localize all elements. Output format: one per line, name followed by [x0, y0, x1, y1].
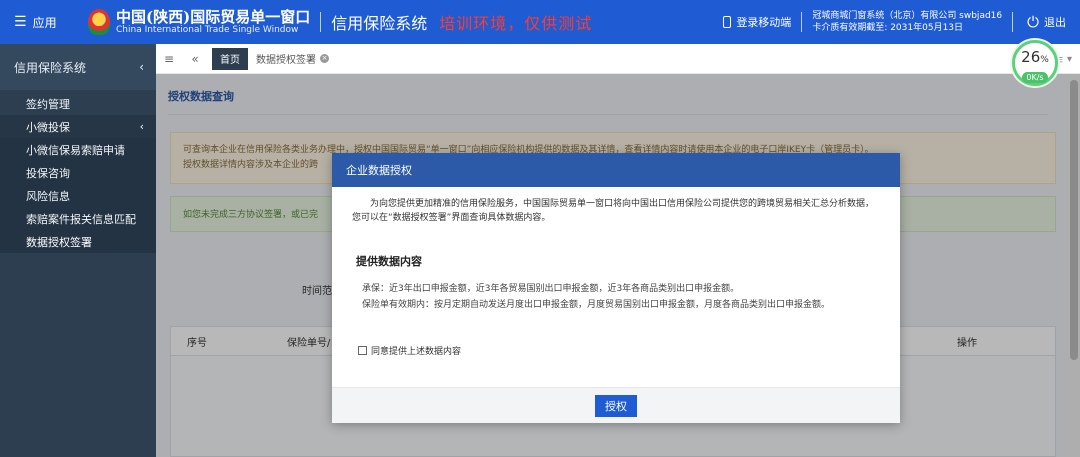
- tab-label: 数据授权签署: [256, 55, 316, 66]
- sidebar-item-claim[interactable]: 小微信保易索赔申请: [0, 138, 156, 161]
- checkbox-icon[interactable]: [358, 346, 367, 355]
- mobile-login-label: 登录移动端: [736, 16, 792, 29]
- sidebar: 信用保险系统 ‹ 签约管理 小微投保 ‹ 小微信保易索赔申请 投保咨询 风险信息…: [0, 44, 156, 457]
- tab-home[interactable]: 首页: [212, 47, 248, 70]
- site-logo[interactable]: 中国(陕西)国际贸易单一窗口 China International Trade…: [88, 9, 310, 36]
- network-speed-gauge[interactable]: 26% 0K/s: [1012, 40, 1058, 86]
- sidebar-item-consult[interactable]: 投保咨询: [0, 161, 156, 184]
- dialog-section-title: 提供数据内容: [356, 255, 422, 268]
- sidebar-title: 信用保险系统: [14, 60, 87, 75]
- card-expiry: 卡介质有效期截至: 2031年05月13日: [812, 23, 964, 33]
- gauge-speed: 0K/s: [1022, 72, 1048, 83]
- agree-label: 同意提供上述数据内容: [371, 347, 462, 357]
- menu-icon: ☰: [14, 14, 27, 30]
- dialog-intro: 为向您提供更加精准的信用保险服务，中国国际贸易单一窗口将向中国出口信用保险公司提…: [352, 199, 875, 223]
- system-name: 信用保险系统: [331, 14, 428, 33]
- tab-data-auth[interactable]: 数据授权签署 ×: [248, 44, 337, 74]
- header-divider: [1012, 12, 1014, 32]
- header-right: 登录移动端 冠城商城门窗系统（北京）有限公司 swbjad16 卡介质有效期截至…: [723, 0, 1080, 44]
- mobile-login-link[interactable]: 登录移动端: [723, 14, 791, 30]
- sidebar-header[interactable]: 信用保险系统 ‹: [0, 44, 156, 90]
- logo-title: 中国(陕西)国际贸易单一窗口: [116, 7, 311, 26]
- chevron-left-icon[interactable]: ‹: [139, 60, 144, 74]
- dialog-data-line: 承保：近3年出口申报金额，近3年各贸易国别出口申报金额，近3年各商品类别出口申报…: [362, 284, 740, 294]
- data-auth-dialog: 企业数据授权 为向您提供更加精准的信用保险服务，中国国际贸易单一窗口将向中国出口…: [332, 153, 900, 423]
- user-info: 冠城商城门窗系统（北京）有限公司 swbjad16 卡介质有效期截至: 2031…: [812, 10, 1002, 34]
- scroll-left-icon[interactable]: «: [182, 52, 208, 66]
- environment-warning: 培训环境，仅供测试: [439, 14, 593, 33]
- sidebar-item-claim-match[interactable]: 索赔案件报关信息匹配: [0, 207, 156, 230]
- close-icon[interactable]: ×: [320, 54, 329, 63]
- apps-label: 应用: [32, 15, 57, 30]
- sidebar-item-micro-insure[interactable]: 小微投保 ‹: [0, 115, 156, 138]
- agree-checkbox[interactable]: 同意提供上述数据内容: [358, 344, 461, 357]
- sidebar-item-label: 小微投保: [26, 120, 70, 134]
- national-emblem-icon: [88, 9, 110, 35]
- logo-subtitle: China International Trade Single Window: [116, 24, 299, 35]
- header-divider: [320, 12, 322, 32]
- authorize-button[interactable]: 授权: [595, 394, 637, 417]
- dialog-data-line: 保险单有效期内：按月定期自动发送月度出口申报金额，月度贸易国别出口申报金额，月度…: [362, 300, 831, 310]
- sidebar-item-risk[interactable]: 风险信息: [0, 184, 156, 207]
- logout-label: 退出: [1044, 16, 1066, 29]
- logout-button[interactable]: ⏻ 退出: [1023, 13, 1080, 31]
- sidebar-item-signing[interactable]: 签约管理: [0, 92, 156, 115]
- gauge-percent: 26%: [1021, 48, 1049, 66]
- sidebar-item-data-auth[interactable]: 数据授权签署: [0, 230, 156, 253]
- tab-bar: ≡ « 首页 数据授权签署 × » 作 ▾: [156, 44, 1080, 74]
- user-company: 冠城商城门窗系统（北京）有限公司 swbjad16: [812, 11, 1003, 21]
- caret-down-icon: ▾: [1066, 53, 1072, 65]
- menu-toggle-icon[interactable]: ≡: [156, 52, 182, 66]
- top-header: ☰ 应用 中国(陕西)国际贸易单一窗口 China International …: [0, 0, 1080, 44]
- header-divider: [801, 12, 803, 32]
- dialog-footer: 授权: [332, 387, 900, 423]
- dialog-title: 企业数据授权: [332, 153, 900, 187]
- tab-label: 首页: [220, 55, 240, 66]
- phone-icon: [723, 16, 732, 28]
- chevron-down-icon: ‹: [139, 120, 144, 133]
- apps-menu[interactable]: ☰ 应用: [0, 14, 80, 31]
- power-icon: ⏻: [1027, 13, 1039, 31]
